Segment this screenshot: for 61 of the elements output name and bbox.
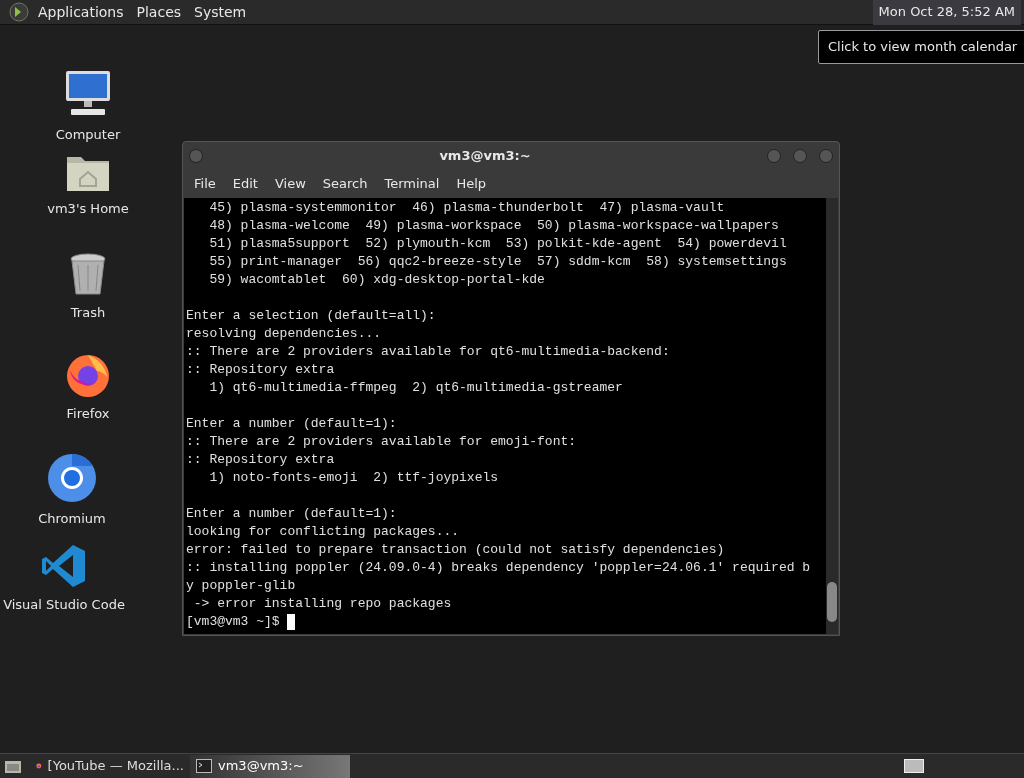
terminal-line: y poppler-glib xyxy=(186,577,297,595)
terminal-line: 45) plasma-systemmonitor 46) plasma-thunderbolt 47) plasma-vault xyxy=(208,199,726,217)
terminal-line: :: Repository extra xyxy=(186,361,336,379)
menu-item[interactable]: Help xyxy=(449,174,494,194)
scrollbar-thumb[interactable] xyxy=(827,582,837,622)
text-cursor xyxy=(287,614,296,630)
desktop-icon[interactable]: Computer xyxy=(28,69,148,145)
shell-prompt: [vm3@vm3 ~]$ xyxy=(186,613,281,631)
terminal-line: :: There are 2 providers available for qt6-multimedia-backend: xyxy=(186,343,671,361)
close-button[interactable] xyxy=(819,149,833,163)
terminal-line: 48) plasma-welcome 49) plasma-workspace 50) plasma-workspace-wallpapers xyxy=(208,217,780,235)
calendar-tooltip: Click to view month calendar xyxy=(818,30,1024,64)
menu-item[interactable]: View xyxy=(267,174,313,194)
terminal-line: 59) wacomtablet 60) xdg-desktop-portal-kde xyxy=(208,271,546,289)
desktop-icon[interactable]: vm3's Home xyxy=(28,151,148,219)
terminal-line: :: installing poppler (24.09.0-4) breaks dependency 'poppler=24.06.1' required b xyxy=(186,559,812,577)
menu-item[interactable]: File xyxy=(187,174,223,194)
desktop-icon-label: vm3's Home xyxy=(47,200,129,218)
window-title: vm3@vm3:~ xyxy=(438,147,532,166)
terminal-line: 55) print-manager 56) qqc2-breeze-style 57) sddm-kcm 58) systemsettings xyxy=(208,253,788,271)
show-desktop-icon[interactable] xyxy=(4,758,22,774)
workspace-switcher[interactable] xyxy=(904,759,924,773)
terminal-line: error: failed to prepare transaction (could not satisfy dependencies) xyxy=(186,541,726,559)
terminal-icon xyxy=(196,759,212,773)
minimize-button[interactable] xyxy=(767,149,781,163)
app-menu-icon xyxy=(9,2,29,22)
menu-item[interactable]: Search xyxy=(315,174,375,194)
scrollbar[interactable] xyxy=(826,198,838,634)
terminal-line: Enter a number (default=1): xyxy=(186,415,398,433)
terminal-line: resolving dependencies... xyxy=(186,325,383,343)
desktop-icon[interactable]: Firefox xyxy=(28,350,148,424)
panel-menu[interactable]: System xyxy=(190,1,251,23)
panel-menu[interactable]: Applications xyxy=(34,1,128,23)
desktop-icon[interactable]: Chromium xyxy=(12,453,132,529)
terminal-line: 1) qt6-multimedia-ffmpeg 2) qt6-multimedia-gstreamer xyxy=(208,379,624,397)
menu-item[interactable]: Edit xyxy=(225,174,265,194)
code-editor-icon xyxy=(41,543,87,589)
desktop-icon-label: Firefox xyxy=(66,405,110,423)
menu-item[interactable]: Terminal xyxy=(377,174,447,194)
terminal-line: Enter a number (default=1): xyxy=(186,505,398,523)
terminal-line: :: There are 2 providers available for emoji-font: xyxy=(186,433,578,451)
terminal-line: -> error installing repo packages xyxy=(192,595,453,613)
trash-icon xyxy=(68,253,108,297)
desktop-icon[interactable]: Visual Studio Code xyxy=(4,543,124,615)
desktop-icon-label: Visual Studio Code xyxy=(3,596,125,614)
terminal-line: 1) noto-fonts-emoji 2) ttf-joypixels xyxy=(208,469,500,487)
terminal-line: :: Repository extra xyxy=(186,451,336,469)
desktop-icon-label: Trash xyxy=(70,304,106,322)
terminal-line: 51) plasma5support 52) plymouth-kcm 53) polkit-kde-agent 54) powerdevil xyxy=(208,235,788,253)
panel-menu[interactable]: Places xyxy=(132,1,186,23)
desktop-icon-label: Chromium xyxy=(38,510,106,528)
window-menu-button[interactable] xyxy=(189,149,203,163)
terminal-line: looking for conflicting packages... xyxy=(186,523,461,541)
chromium-icon xyxy=(47,453,97,503)
desktop-icon[interactable]: Trash xyxy=(28,253,148,323)
panel-clock[interactable]: Mon Oct 28, 5:52 AM xyxy=(872,0,1021,25)
taskbar-button[interactable]: vm3@vm3:~ xyxy=(190,754,350,778)
terminal-line: Enter a selection (default=all): xyxy=(186,307,437,325)
desktop-icon-label: Computer xyxy=(55,126,121,144)
maximize-button[interactable] xyxy=(793,149,807,163)
taskbar-button[interactable]: [YouTube — Mozilla... xyxy=(30,754,190,778)
